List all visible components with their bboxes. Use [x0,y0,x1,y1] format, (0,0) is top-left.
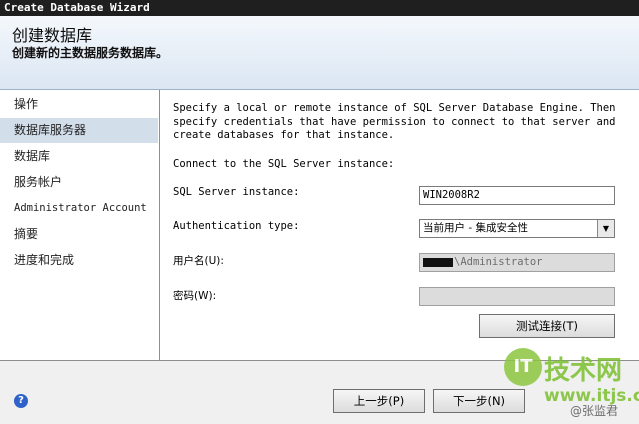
wizard-header: 创建数据库 创建新的主数据服务数据库。 [0,16,639,90]
page-subtitle: 创建新的主数据服务数据库。 [12,46,169,60]
connect-label: Connect to the SQL Server instance: [173,158,395,170]
watermark: IT 技术网 www.itjs.cn @张监君 [500,342,639,424]
wizard-steps-sidebar: 操作 数据库服务器 数据库 服务帐户 Administrator Account… [0,90,160,360]
redaction-mark [423,257,453,267]
username-label: 用户名(U): [173,255,224,267]
sidebar-item-database-server[interactable]: 数据库服务器 [0,118,158,143]
watermark-title: 技术网 [544,356,623,386]
auth-type-select[interactable]: 当前用户 - 集成安全性 ▼ [419,219,615,238]
test-connection-button[interactable]: 测试连接(T) [479,314,615,338]
help-icon[interactable]: ? [14,394,28,408]
username-input[interactable]: \Administrator [419,253,615,272]
auth-type-value: 当前用户 - 集成安全性 [423,222,528,234]
sidebar-item-summary[interactable]: 摘要 [0,222,158,247]
page-title: 创建数据库 [12,26,93,45]
password-input[interactable] [419,287,615,306]
instance-input[interactable]: WIN2008R2 [419,186,615,205]
main-panel: Specify a local or remote instance of SQ… [161,90,639,360]
sidebar-item-database[interactable]: 数据库 [0,144,158,169]
sidebar-item-administrator-account[interactable]: Administrator Account [0,196,158,221]
back-button[interactable]: 上一步(P) [333,389,425,413]
instance-label: SQL Server instance: [173,186,300,198]
dropdown-arrow-icon[interactable]: ▼ [597,220,614,237]
auth-type-label: Authentication type: [173,220,300,232]
username-value: \Administrator [454,256,543,268]
watermark-author: @张监君 [570,404,619,418]
watermark-logo-icon: IT [504,348,542,386]
sidebar-item-progress[interactable]: 进度和完成 [0,248,158,273]
password-label: 密码(W): [173,290,217,302]
window-title: Create Database Wizard [0,0,639,16]
sidebar-item-action[interactable]: 操作 [0,92,158,117]
description-text: Specify a local or remote instance of SQ… [173,102,616,141]
sidebar-item-service-account[interactable]: 服务帐户 [0,170,158,195]
